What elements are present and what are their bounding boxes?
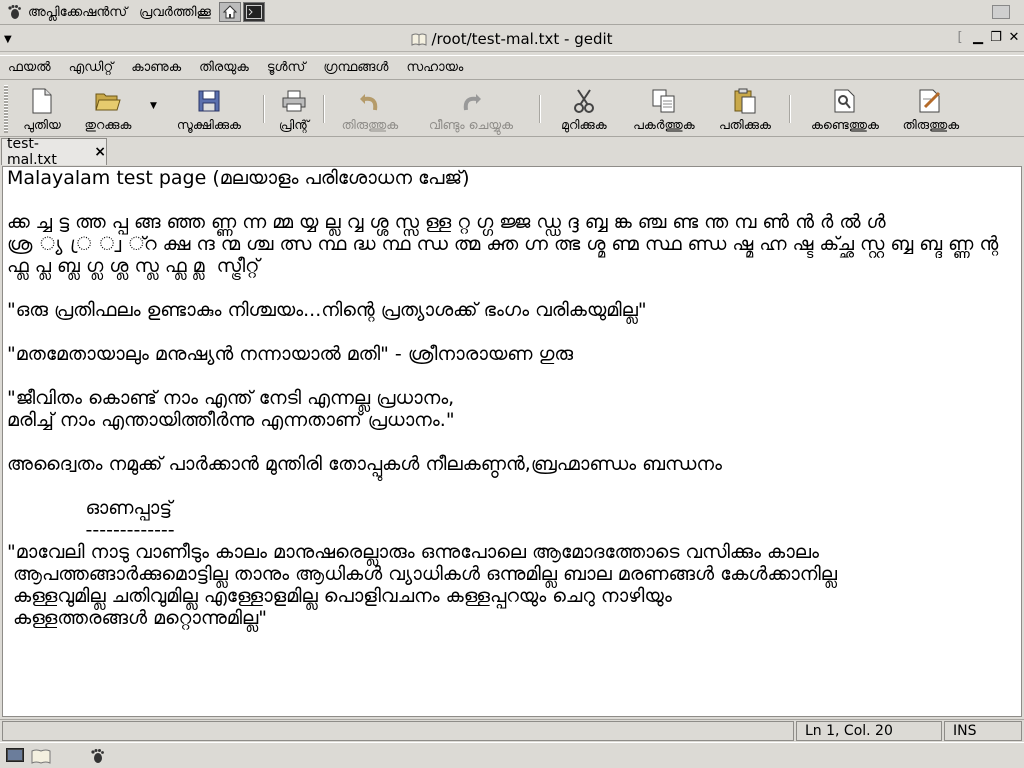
undo-arrow-icon [356,87,384,115]
save-button[interactable]: സൂക്ഷിക്കുക [161,81,257,135]
status-message [2,721,794,741]
editor-line: "മാവേലി നാടു വാണീടും കാലം മാനുഷരെല്ലാരും… [7,541,819,563]
editor-line: Malayalam test page (മലയാളം പരിശോധന പേജ്… [7,167,470,189]
undo-button-label: തിരുത്തുക [341,117,399,132]
editor-line: കള്ളവുമില്ല ചതിവുമില്ല എള്ളോളമില്ല പൊളിവ… [7,585,672,607]
copy-button-label: പകര്‍ത്തുക [633,117,695,132]
find-button[interactable]: കണ്ടെത്തുക [797,81,893,135]
open-folder-icon [94,87,122,115]
editor-line: ആപത്തങ്ങാര്‍ക്കുമൊട്ടില്ല താനും ആധികള്‍ … [7,563,838,585]
taskbar-gedit-icon[interactable] [30,746,52,766]
terminal-launcher-icon[interactable] [242,2,265,22]
document-tab[interactable]: test-mal.txt × [1,136,107,168]
redo-button[interactable]: വീണ്ടും ചെയ്യുക [409,81,533,135]
print-button[interactable]: പ്രിന്റ് [271,81,317,135]
find-magnifier-icon [831,87,859,115]
window-menu-separator: [ [957,30,963,45]
actions-menu[interactable]: പ്രവര്‍ത്തിക്കൂ [133,0,217,25]
cursor-position: Ln 1, Col. 20 [796,721,942,741]
editor-line: "മതമേതായാലും മനുഷ്യന്‍ നന്നായാല്‍ മതി" -… [7,343,574,365]
undo-button[interactable]: തിരുത്തുക [331,81,409,135]
editor-line: "ഒരു പ്രതിഫലം ഉണ്ടാകും നിശ്ചയം...നിന്റെ … [7,299,647,321]
redo-button-label: വീണ്ടും ചെയ്യുക [428,117,514,132]
applications-menu-label: അപ്ലിക്കേഷന്‍സ് [28,4,128,20]
applications-menu[interactable]: അപ്ലിക്കേഷന്‍സ് [0,0,133,25]
tab-close-icon[interactable]: × [94,144,106,160]
minimize-icon[interactable]: ▁ [970,30,986,46]
toolbar: പുതിയ തുറക്കുക ▼ സൂക്ഷിക്കുക പ്രിന്റ് തി… [0,81,1024,137]
editor-line: ശ്ര ്യ ്ര ്വ ്റ ക്ഷ ന്ദ ന്മ ശ്ച ത്സ ന്ഥ … [7,233,999,255]
editor-line: ------------- [7,519,175,541]
editor-line: മരിച്ച് നാം എന്തായിത്തീര്‍ന്നു എന്നതാണ് … [7,409,455,431]
top-panel: അപ്ലിക്കേഷന്‍സ് പ്രവര്‍ത്തിക്കൂ [0,0,1024,25]
window-title: /root/test-mal.txt - gedit [431,29,613,48]
bottom-panel [0,742,1024,768]
menubar: ഫയല്‍ എഡിറ്റ് കാണുക തിരയുക ടൂള്‍സ് ഗ്രന്… [0,55,1024,80]
statusbar: Ln 1, Col. 20 INS [0,719,1024,741]
insert-mode-indicator: INS [944,721,1022,741]
editor-line: ക്ക ച്ച ട്ട ത്ത പ്പ ങ്ങ ഞ്ഞ ണ്ണ ന്ന മ്മ … [7,211,886,233]
redo-arrow-icon [457,87,485,115]
menu-edit[interactable]: എഡിറ്റ് [69,60,124,75]
gnome-foot-icon[interactable] [86,746,108,766]
window-menu-icon[interactable]: ▼ [4,34,12,45]
editor-line: അദ്വൈതം നമുക്ക് പാര്‍ക്കാന്‍ മുന്തിരി തോ… [7,453,722,475]
editor-line: ഫ്ല പ്ല ബ്ല ഗ്ല ശ്ല സ്ല ഫ്ല മ്ല സ്ട്രീറ്… [7,255,260,277]
window-titlebar[interactable]: ▼ /root/test-mal.txt - gedit [ ▁ ❐ ✕ [0,26,1024,52]
clipboard-icon [731,87,759,115]
menu-documents[interactable]: ഗ്രന്ഥങ്ങള്‍ [323,60,398,75]
maximize-icon[interactable]: ❐ [988,30,1004,46]
paste-button-label: പതിക്കുക [718,117,771,132]
menu-file[interactable]: ഫയല്‍ [8,60,61,75]
scissors-icon [570,87,598,115]
replace-pencil-icon [917,87,945,115]
toolbar-separator [262,95,265,123]
recent-files-dropdown-icon[interactable]: ▼ [150,101,157,111]
copy-button[interactable]: പകര്‍ത്തുക [621,81,707,135]
cut-button[interactable]: മുറിക്കുക [547,81,621,135]
editor-line: കള്ളത്തരങ്ങള്‍ മറ്റൊന്നുമില്ല" [7,607,268,629]
text-editor-icon [411,33,427,46]
actions-menu-label: പ്രവര്‍ത്തിക്കൂ [139,4,211,20]
editor-line: ഓണപ്പാട്ട് [7,497,173,519]
open-button-label: തുറക്കുക [84,117,132,132]
menu-view[interactable]: കാണുക [131,60,191,75]
document-tabbar: test-mal.txt × [0,136,1024,168]
find-button-label: കണ്ടെത്തുക [810,117,879,132]
menu-search[interactable]: തിരയുക [199,60,259,75]
toolbar-separator [788,95,791,123]
paste-button[interactable]: പതിക്കുക [707,81,783,135]
gnome-foot-icon [8,5,21,19]
editor-line: "ജീവിതം കൊണ്ട് നാം എന്ത് നേടി എന്നല്ല പ്… [7,387,455,409]
show-desktop-icon[interactable] [4,746,26,766]
new-button-label: പുതിയ [23,117,61,132]
toolbar-separator [322,95,325,123]
cut-button-label: മുറിക്കുക [561,117,607,132]
menu-help[interactable]: സഹായം [406,60,473,75]
text-editor-area[interactable]: Malayalam test page (മലയാളം പരിശോധന പേജ്… [2,166,1022,717]
document-tab-label: test-mal.txt [7,136,57,168]
close-icon[interactable]: ✕ [1006,30,1022,46]
menu-tools[interactable]: ടൂള്‍സ് [267,60,316,75]
replace-button[interactable]: തിരുത്തുക [893,81,969,135]
replace-button-label: തിരുത്തുക [902,117,960,132]
toolbar-separator [538,95,541,123]
home-launcher-icon[interactable] [218,2,241,22]
open-button[interactable]: തുറക്കുക [70,81,146,135]
print-button-label: പ്രിന്റ് [278,117,309,132]
save-floppy-icon [195,87,223,115]
copy-pages-icon [650,87,678,115]
save-button-label: സൂക്ഷിക്കുക [176,117,241,132]
new-button[interactable]: പുതിയ [14,81,70,135]
network-status-icon[interactable] [992,5,1010,19]
printer-icon [280,87,308,115]
new-document-icon [28,87,56,115]
